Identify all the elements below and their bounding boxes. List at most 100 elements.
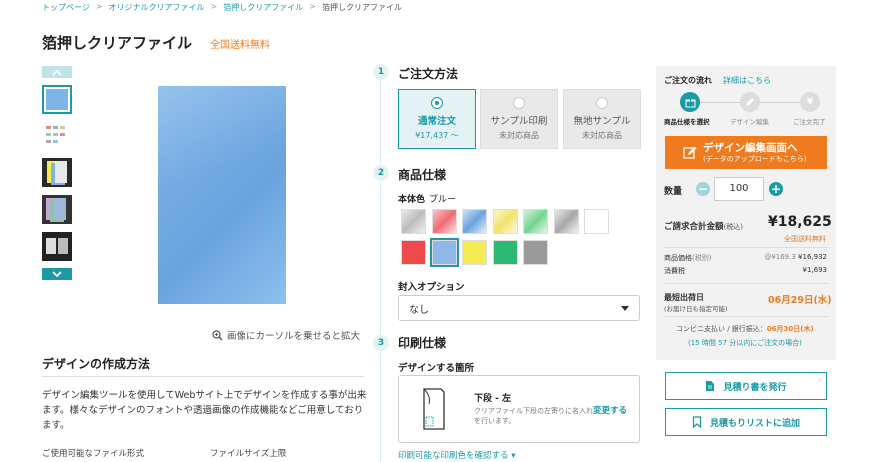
- color-swatch[interactable]: [429, 238, 459, 267]
- order-flow-details-link[interactable]: 詳細はこちら: [723, 75, 771, 86]
- file-size-label: ファイルサイズ上限: [210, 449, 287, 459]
- chevron-up-icon: [52, 69, 62, 76]
- quantity-label: 数量: [664, 187, 683, 197]
- print-colors-link[interactable]: 印刷可能な印刷色を確認する ▾: [398, 449, 516, 461]
- thumbnail-scroll-down-button[interactable]: [42, 268, 72, 280]
- flow-step-complete: ¥: [800, 92, 820, 112]
- add-to-quote-list-button[interactable]: 見積もりリストに追加: [665, 408, 827, 436]
- product-main-image[interactable]: [158, 86, 286, 304]
- order-option-plain-sample[interactable]: 無地サンプル 未対応商品: [563, 89, 641, 149]
- color-swatch[interactable]: [553, 209, 579, 234]
- add-to-quote-list-label: 見積もりリストに追加: [709, 418, 800, 429]
- thumbnail-image: [46, 126, 65, 143]
- color-swatch[interactable]: [492, 240, 518, 265]
- thumbnail-2[interactable]: [42, 122, 72, 151]
- chevron-down-icon: [52, 270, 62, 277]
- total-label-text: ご請求合計金額: [664, 222, 724, 232]
- divider: [42, 376, 364, 377]
- thumbnail-scroll-up-button[interactable]: [42, 66, 72, 78]
- zoom-in-icon: [212, 329, 223, 340]
- triangle-down-icon: ▾: [511, 451, 516, 461]
- total-free-shipping: 全国送料無料: [784, 235, 826, 243]
- breadcrumb: トップページ > オリジナルクリアファイル > 箔押しクリアファイル > 箔押し…: [42, 2, 402, 13]
- thumbnail-4[interactable]: [42, 195, 72, 224]
- clear-file-position-icon: [423, 388, 445, 430]
- design-position-title: 下段 - 左: [474, 394, 512, 404]
- breadcrumb-separator: >: [309, 2, 316, 11]
- issue-quote-label: 見積り書を発行: [723, 382, 787, 393]
- convenience-payment-date: 06月30日(木): [766, 325, 814, 333]
- quantity-decrease-button[interactable]: −: [696, 182, 710, 196]
- step-title-order-method: ご注文方法: [398, 67, 459, 81]
- color-swatch[interactable]: [492, 209, 518, 234]
- product-price-row: 商品価格(税別) @¥169.3 ¥16,932: [664, 253, 827, 263]
- tax-row: 消費税 ¥1,693: [664, 266, 827, 276]
- tax-label: 消費税: [664, 267, 685, 275]
- design-location-card: 下段 - 左 クリアファイル下段の左寄りに名入れを行います。 変更する: [398, 375, 640, 443]
- order-option-sub: 未対応商品: [582, 131, 622, 140]
- quantity-input[interactable]: 100: [714, 177, 764, 201]
- step-number: 2: [373, 165, 389, 181]
- design-position-description: クリアファイル下段の左寄りに名入れを行います。: [474, 407, 593, 425]
- color-swatch[interactable]: [462, 240, 487, 265]
- edit-icon: [683, 146, 697, 159]
- color-swatch[interactable]: [401, 240, 426, 265]
- color-swatch[interactable]: [401, 209, 426, 234]
- print-colors-link-text: 印刷可能な印刷色を確認する: [398, 451, 509, 461]
- convenience-payment-prefix: コンビニ支払い / 銀行振込：: [676, 325, 767, 333]
- color-swatch[interactable]: [584, 209, 609, 234]
- flow-step-select: [680, 92, 700, 112]
- pencil-icon: [746, 98, 754, 106]
- order-option-sample-print[interactable]: サンプル印刷 未対応商品: [480, 89, 558, 149]
- enclosure-label: 封入オプション: [398, 282, 465, 293]
- color-swatch[interactable]: [523, 240, 548, 265]
- total-price: ¥18,625: [768, 214, 832, 230]
- flow-step-label: ご注文完了: [793, 118, 826, 126]
- divider: [664, 283, 828, 284]
- flow-step-label: デザイン編集: [730, 118, 769, 126]
- breadcrumb-item-original[interactable]: オリジナルクリアファイル: [109, 2, 205, 13]
- thumbnail-image: [42, 195, 72, 224]
- enclosure-select[interactable]: なし: [398, 295, 640, 321]
- tax-value: ¥1,693: [802, 266, 828, 274]
- breadcrumb-item-top[interactable]: トップページ: [42, 2, 90, 13]
- color-swatch[interactable]: [431, 209, 457, 234]
- product-price-value: ¥16,932: [798, 253, 827, 261]
- body-color-label: 本体色 ブルー: [398, 192, 456, 205]
- zoom-hint-text: 画像にカーソルを乗せると拡大: [227, 331, 361, 342]
- total-label-sub: (税込): [723, 223, 743, 231]
- free-shipping-badge: 全国送料無料: [210, 40, 270, 51]
- go-to-design-editor-button[interactable]: デザイン編集画面へ (データのアップロードもこちら): [665, 136, 827, 169]
- radio-icon: [596, 97, 608, 109]
- unit-price: @¥169.3: [764, 253, 796, 261]
- step-connector-line: [380, 72, 381, 462]
- color-swatch[interactable]: [462, 209, 487, 234]
- breadcrumb-separator: >: [210, 2, 218, 11]
- shipping-label-text: 最短出荷日: [664, 293, 704, 302]
- yen-icon: ¥: [806, 97, 814, 107]
- color-swatch[interactable]: [523, 209, 548, 234]
- thumbnail-5[interactable]: [42, 232, 72, 261]
- thumbnail-image: [42, 232, 72, 261]
- body-color-value: ブルー: [429, 195, 457, 205]
- file-format-label: ご使用可能なファイル形式: [42, 449, 145, 459]
- divider: [664, 316, 828, 317]
- design-button-label: デザイン編集画面へ: [703, 141, 798, 154]
- order-option-label: 通常注文: [417, 116, 456, 127]
- order-option-sub: ¥17,437 〜: [415, 131, 459, 140]
- order-option-normal[interactable]: 通常注文 ¥17,437 〜: [398, 89, 476, 149]
- breadcrumb-item-category[interactable]: 箔押しクリアファイル: [223, 2, 303, 13]
- radio-icon: [431, 97, 443, 109]
- change-position-link[interactable]: 変更する: [593, 404, 627, 416]
- step-number: 3: [373, 335, 389, 351]
- thumbnail-1[interactable]: [42, 85, 72, 114]
- order-flow-title: ご注文の流れ: [664, 76, 712, 85]
- thumbnail-3[interactable]: [42, 158, 72, 187]
- step-number: 1: [373, 64, 389, 80]
- product-price-label: 商品価格: [664, 254, 692, 262]
- issue-quote-button[interactable]: 見積り書を発行: [665, 372, 827, 400]
- quantity-increase-button[interactable]: +: [769, 182, 783, 196]
- thumbnail-image: [46, 89, 68, 110]
- convenience-payment-note: コンビニ支払い / 銀行振込：06月30日(木): [676, 324, 814, 334]
- breadcrumb-item-current: 箔押しクリアファイル: [321, 3, 402, 12]
